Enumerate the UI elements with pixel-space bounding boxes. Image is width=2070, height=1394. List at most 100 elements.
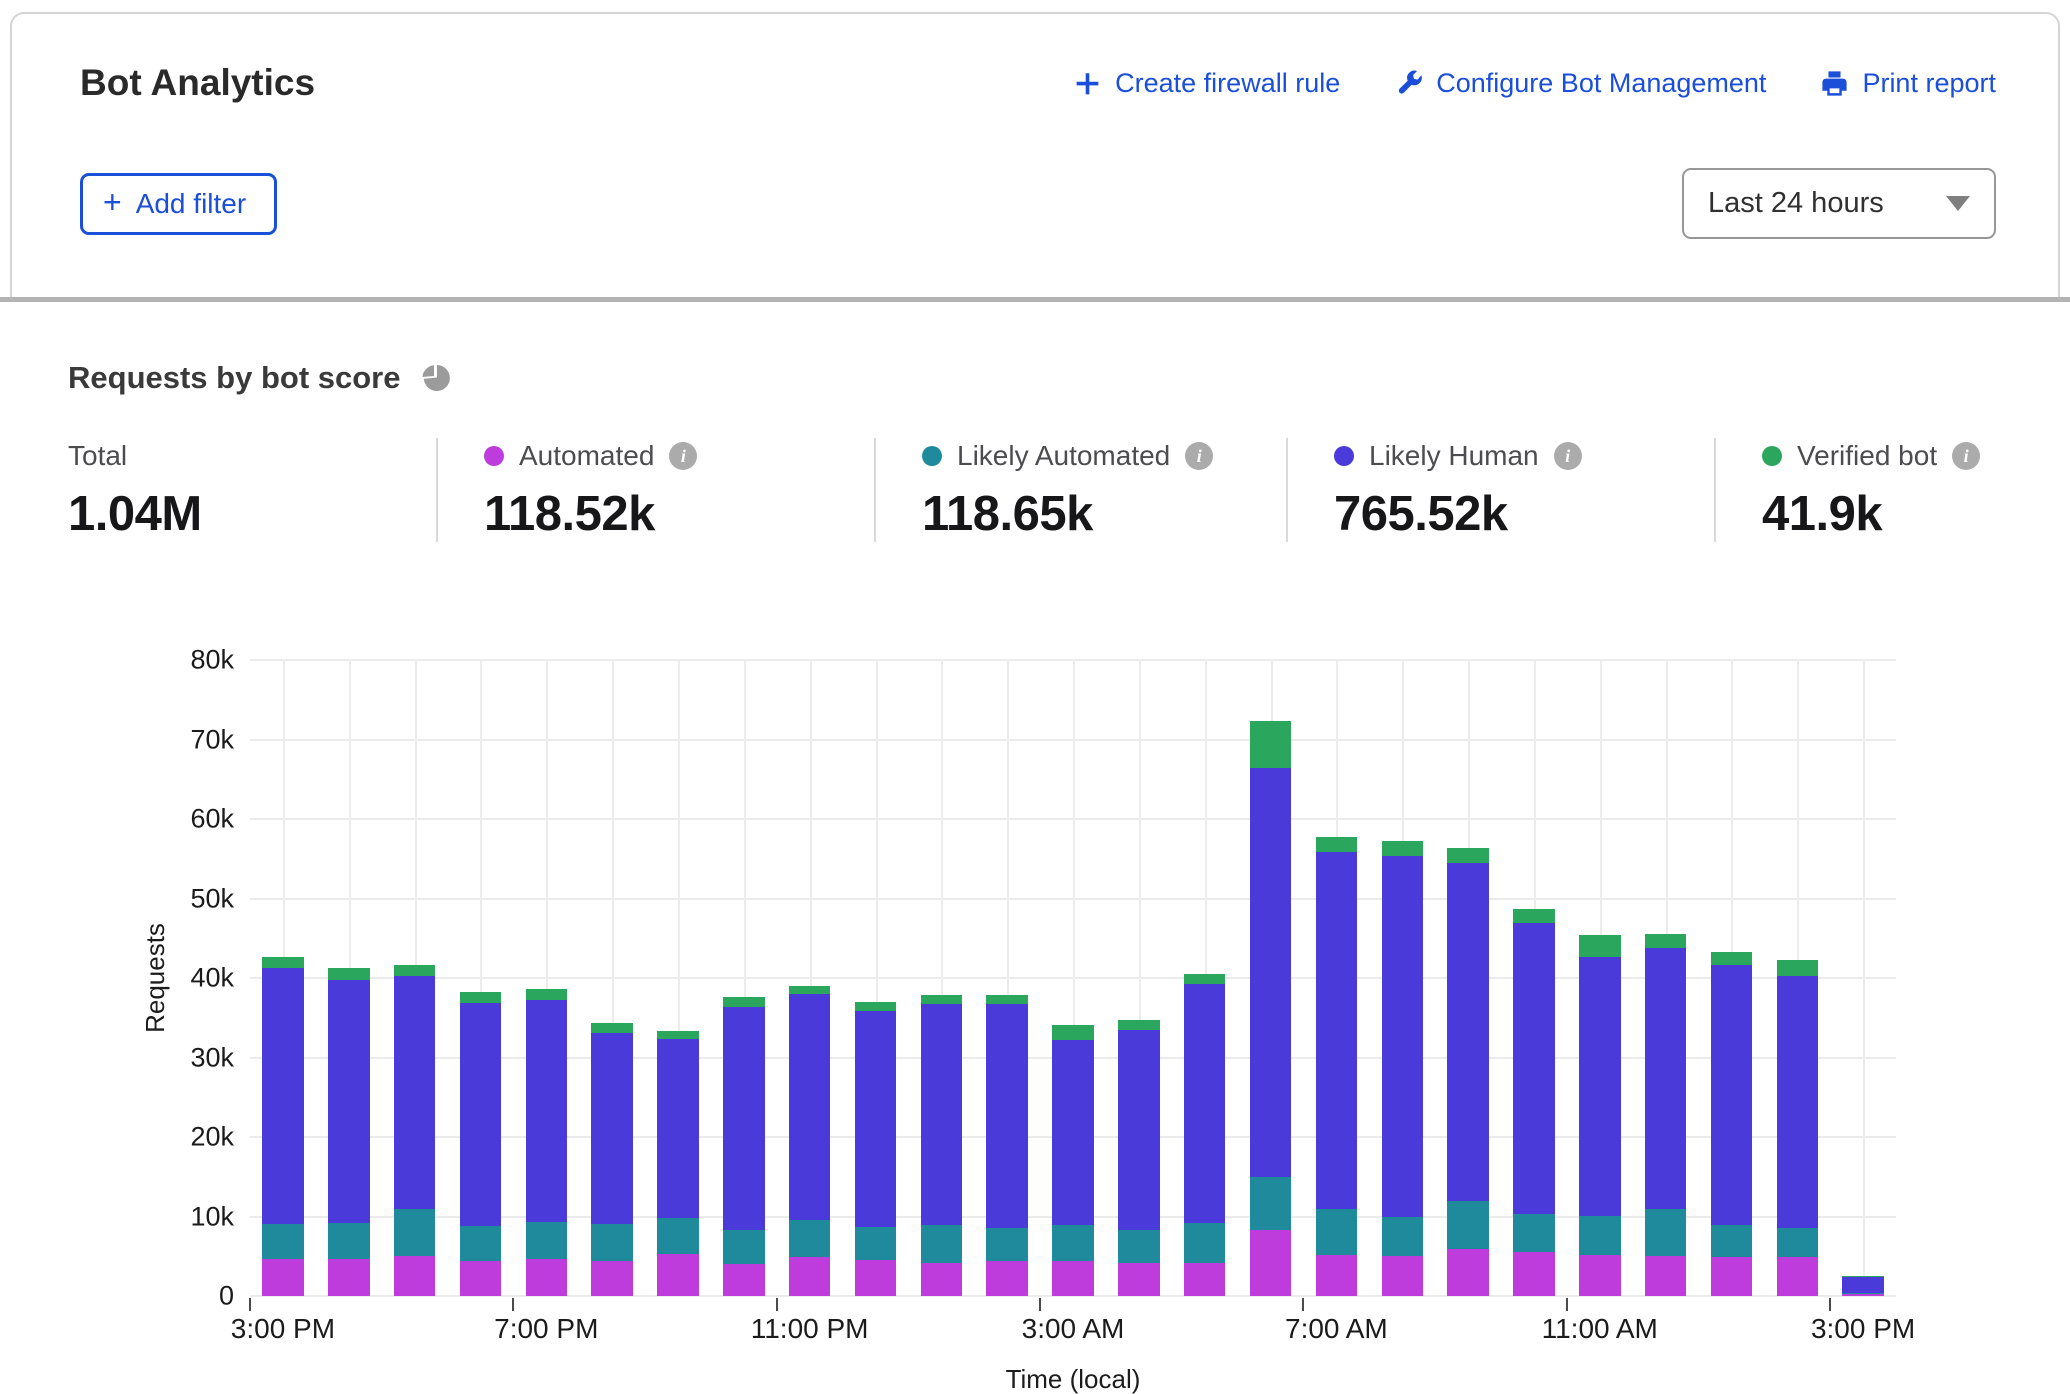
stacked-bar <box>1052 660 1093 1296</box>
bar-segment-automated <box>262 1259 303 1296</box>
bar-column-1000pm <box>711 660 777 1296</box>
bar-segment-automated <box>657 1254 698 1296</box>
y-tick-label: 50k <box>190 883 234 914</box>
bar-column-1200am <box>843 660 909 1296</box>
x-axis-tick <box>1829 1298 1831 1311</box>
bar-segment-likely-automated <box>591 1224 632 1261</box>
info-icon[interactable]: i <box>1952 442 1980 470</box>
stacked-bar <box>855 660 896 1296</box>
bar-column-800am <box>1369 660 1435 1296</box>
bar-segment-likely-human <box>986 1004 1027 1227</box>
bar-column-300pm <box>1830 660 1896 1296</box>
time-range-dropdown[interactable]: Last 24 hours <box>1682 168 1996 239</box>
header-card: Bot Analytics Create firewall rule Config… <box>10 12 2060 297</box>
x-axis-title: Time (local) <box>250 1364 1896 1394</box>
create-firewall-rule-link[interactable]: Create firewall rule <box>1073 68 1340 99</box>
bar-segment-automated <box>1579 1255 1620 1296</box>
stacked-bar <box>921 660 962 1296</box>
bar-segment-likely-automated <box>855 1227 896 1260</box>
bar-segment-automated <box>1777 1257 1818 1296</box>
bar-column-1000am <box>1501 660 1567 1296</box>
stat-label: Verified bot <box>1797 440 1937 472</box>
stat-value: 1.04M <box>68 486 412 542</box>
stacked-bar <box>526 660 567 1296</box>
stat-value: 41.9k <box>1762 486 1984 542</box>
bar-segment-likely-automated <box>1513 1214 1554 1252</box>
bar-segment-verified-bot <box>460 992 501 1004</box>
bar-segment-automated <box>921 1263 962 1296</box>
bar-segment-verified-bot <box>262 957 303 967</box>
bar-segment-likely-human <box>262 968 303 1224</box>
bar-segment-likely-human <box>1052 1040 1093 1225</box>
y-tick-label: 80k <box>190 645 234 676</box>
bar-column-800pm <box>579 660 645 1296</box>
y-axis-label: Requests <box>140 868 172 1088</box>
bar-segment-likely-automated <box>1316 1209 1357 1255</box>
content-area: Requests by bot score Total1.04MAutomate… <box>0 302 2070 1394</box>
bar-segment-automated <box>591 1261 632 1296</box>
bar-segment-verified-bot <box>1052 1025 1093 1040</box>
bar-column-400pm <box>316 660 382 1296</box>
info-icon[interactable]: i <box>1185 442 1213 470</box>
bar-segment-automated <box>1052 1261 1093 1296</box>
add-filter-button[interactable]: + Add filter <box>80 173 277 235</box>
bar-column-300am <box>1040 660 1106 1296</box>
stat-verified-bot: Verified bot i 41.9k <box>1714 438 2008 542</box>
controls-row: + Add filter Last 24 hours <box>80 168 1996 239</box>
configure-bot-management-link[interactable]: Configure Bot Management <box>1394 68 1766 99</box>
print-report-link[interactable]: Print report <box>1820 68 1996 99</box>
stacked-bar <box>394 660 435 1296</box>
stacked-bar <box>1645 660 1686 1296</box>
bar-segment-likely-automated <box>262 1224 303 1260</box>
bar-segment-verified-bot <box>1513 909 1554 923</box>
bar-segment-likely-automated <box>789 1220 830 1257</box>
stacked-bar <box>460 660 501 1296</box>
stacked-bar <box>328 660 369 1296</box>
x-tick-label: 11:00 AM <box>1542 1313 1658 1345</box>
bar-segment-verified-bot <box>526 989 567 1000</box>
section-title: Requests by bot score <box>68 360 400 396</box>
bar-segment-verified-bot <box>1645 934 1686 948</box>
bar-segment-verified-bot <box>1579 935 1620 957</box>
bar-segment-automated <box>394 1256 435 1296</box>
bar-segment-verified-bot <box>657 1031 698 1040</box>
plot-area: 010k20k30k40k50k60k70k80k <box>250 660 1896 1296</box>
stats-row: Total1.04MAutomatedi118.52kLikely Automa… <box>68 438 2008 542</box>
bar-segment-automated <box>1118 1263 1159 1296</box>
bar-segment-verified-bot <box>855 1002 896 1011</box>
bar-column-600am <box>1238 660 1304 1296</box>
stat-automated: Automatedi118.52k <box>436 438 874 542</box>
bar-segment-likely-human <box>394 976 435 1208</box>
wrench-icon <box>1394 69 1423 98</box>
page-title: Bot Analytics <box>80 62 315 104</box>
bar-segment-verified-bot <box>1118 1020 1159 1030</box>
y-tick-label: 20k <box>190 1122 234 1153</box>
y-tick-label: 10k <box>190 1201 234 1232</box>
x-axis: 3:00 PM7:00 PM11:00 PM3:00 AM7:00 AM11:0… <box>250 1296 1896 1356</box>
stacked-bar <box>1777 660 1818 1296</box>
bar-segment-verified-bot <box>723 997 764 1007</box>
bar-segment-likely-automated <box>986 1228 1027 1261</box>
bar-column-600pm <box>448 660 514 1296</box>
stacked-bar <box>1118 660 1159 1296</box>
stat-value: 765.52k <box>1334 486 1690 542</box>
section-title-row: Requests by bot score <box>68 360 2008 396</box>
bar-segment-verified-bot <box>921 995 962 1005</box>
stacked-bar <box>1447 660 1488 1296</box>
info-icon[interactable]: i <box>669 442 697 470</box>
legend-dot <box>1762 446 1782 466</box>
bot-analytics-page: Bot Analytics Create firewall rule Config… <box>0 0 2070 1394</box>
bar-segment-verified-bot <box>789 986 830 994</box>
bar-column-1100pm <box>777 660 843 1296</box>
bar-segment-verified-bot <box>328 968 369 979</box>
stat-total: Total1.04M <box>68 438 436 542</box>
bar-segment-likely-automated <box>1447 1201 1488 1249</box>
x-tick-label: 7:00 AM <box>1285 1313 1388 1345</box>
info-icon[interactable]: i <box>1554 442 1582 470</box>
stat-label: Likely Human <box>1369 440 1539 472</box>
bar-segment-likely-automated <box>1052 1225 1093 1261</box>
time-range-value: Last 24 hours <box>1708 187 1884 220</box>
stacked-bar <box>1711 660 1752 1296</box>
header-row: Bot Analytics Create firewall rule Config… <box>80 62 1996 104</box>
bar-segment-automated <box>1316 1255 1357 1296</box>
